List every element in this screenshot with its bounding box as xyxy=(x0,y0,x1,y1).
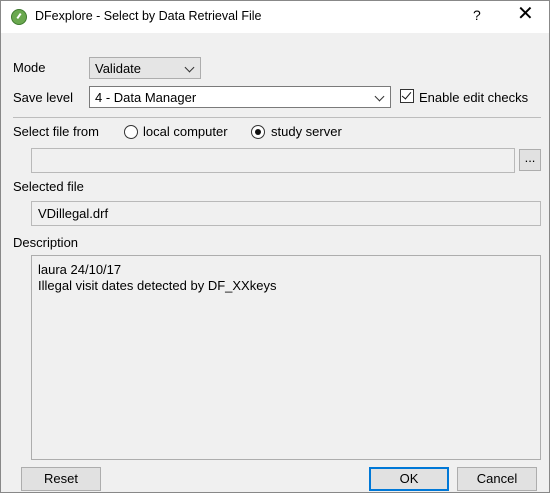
mode-dropdown[interactable]: Validate xyxy=(89,57,201,79)
save-level-label: Save level xyxy=(13,90,73,105)
local-computer-label: local computer xyxy=(143,124,228,139)
browse-button[interactable]: ... xyxy=(519,149,541,171)
select-from-label: Select file from xyxy=(13,124,99,139)
enable-edit-checks-checkbox[interactable] xyxy=(400,89,414,103)
description-line: Illegal visit dates detected by DF_XXkey… xyxy=(38,278,277,293)
reset-button[interactable]: Reset xyxy=(21,467,101,491)
save-level-value: 4 - Data Manager xyxy=(95,90,197,105)
app-icon xyxy=(11,9,27,25)
selected-file-field: VDillegal.drf xyxy=(31,201,541,226)
cancel-button[interactable]: Cancel xyxy=(457,467,537,491)
file-path-input[interactable] xyxy=(31,148,515,173)
selected-file-label: Selected file xyxy=(13,179,84,194)
window-title: DFexplore - Select by Data Retrieval Fil… xyxy=(35,9,262,23)
help-button[interactable]: ? xyxy=(473,7,481,23)
selected-file-value: VDillegal.drf xyxy=(38,206,109,221)
description-line: laura 24/10/17 xyxy=(38,262,122,277)
chevron-down-icon xyxy=(374,91,385,102)
divider xyxy=(13,117,541,118)
close-button[interactable]: ✕ xyxy=(517,4,534,24)
study-server-radio[interactable] xyxy=(251,125,265,139)
mode-value: Validate xyxy=(95,61,142,76)
title-bar: DFexplore - Select by Data Retrieval Fil… xyxy=(1,1,549,33)
study-server-label: study server xyxy=(271,124,342,139)
description-textarea[interactable]: laura 24/10/17 Illegal visit dates detec… xyxy=(31,255,541,460)
ok-button[interactable]: OK xyxy=(369,467,449,491)
enable-edit-checks-label: Enable edit checks xyxy=(419,90,529,105)
local-computer-radio[interactable] xyxy=(124,125,138,139)
save-level-dropdown[interactable]: 4 - Data Manager xyxy=(89,86,391,108)
mode-label: Mode xyxy=(13,60,46,75)
chevron-down-icon xyxy=(184,62,195,73)
dialog-window: DFexplore - Select by Data Retrieval Fil… xyxy=(0,0,550,493)
description-label: Description xyxy=(13,235,79,250)
